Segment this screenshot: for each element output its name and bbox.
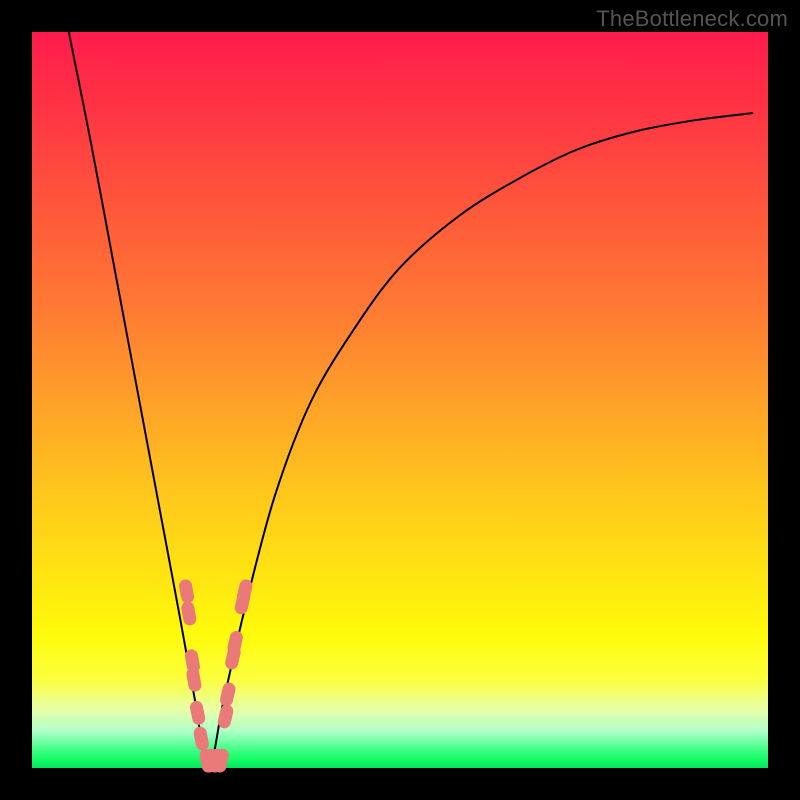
data-marker — [189, 700, 206, 726]
data-marker — [217, 703, 235, 729]
chart-svg — [32, 32, 768, 768]
data-marker — [193, 726, 210, 752]
plot-area — [32, 32, 768, 768]
data-marker — [236, 578, 254, 604]
data-marker — [219, 681, 237, 707]
data-marker — [226, 630, 244, 656]
bottleneck-curve — [69, 32, 753, 768]
data-marker — [185, 667, 202, 693]
data-marker — [178, 578, 195, 604]
chart-frame: TheBottleneck.com — [0, 0, 800, 800]
watermark-text: TheBottleneck.com — [596, 6, 788, 32]
data-marker — [180, 600, 197, 626]
